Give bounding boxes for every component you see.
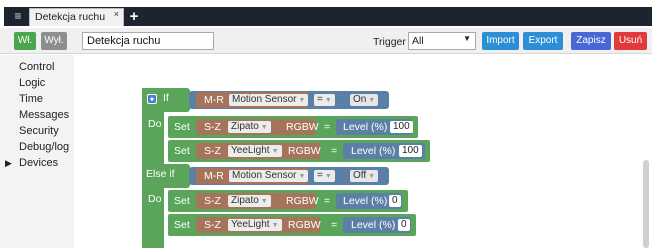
chevron-down-icon: ▼ — [324, 173, 332, 180]
device-name-3: Zipato — [231, 195, 259, 206]
device-prefix-1: S-Z — [204, 121, 221, 133]
device-dropdown-1[interactable]: Zipato ▼ — [228, 121, 271, 133]
sensor-dropdown-1[interactable]: Motion Sensor ▼ — [229, 94, 309, 106]
else-if-label: Else if — [146, 168, 175, 180]
device-dropdown-2[interactable]: YeeLight ▼ — [228, 145, 282, 157]
category-devices-label: Devices — [19, 157, 59, 169]
level-value-2[interactable]: 100 — [399, 145, 422, 157]
operator-2: = — [317, 170, 323, 181]
add-tab-icon[interactable]: + — [126, 8, 142, 25]
toolbar: Wł. Wył. Trigger All ▼ Import Export Zap… — [0, 28, 652, 54]
eq-label-3: = — [324, 195, 331, 207]
trigger-label: Trigger — [373, 36, 406, 48]
disable-button[interactable]: Wył. — [41, 32, 67, 50]
sensor-prefix-2: M-R — [204, 170, 224, 182]
category-control[interactable]: Control — [19, 61, 54, 73]
category-time[interactable]: Time — [19, 93, 43, 105]
value-dropdown-1[interactable]: On ▼ — [350, 94, 379, 106]
chevron-down-icon: ▼ — [368, 97, 376, 104]
chevron-down-icon: ▼ — [271, 222, 279, 229]
level-param-3: Level (%) — [343, 195, 388, 207]
category-sidebar: Control Logic Time Messages Security Deb… — [0, 55, 74, 248]
do-label: Do — [148, 118, 162, 130]
scene-name-input[interactable] — [82, 32, 214, 50]
operator-dropdown-2[interactable]: = ▼ — [314, 170, 335, 182]
value-dropdown-2[interactable]: Off ▼ — [350, 170, 379, 182]
operator-dropdown-1[interactable]: = ▼ — [314, 94, 335, 106]
value-1: On — [353, 94, 367, 105]
chevron-down-icon: ▼ — [298, 97, 306, 104]
do-label-2: Do — [148, 193, 162, 205]
chevron-down-icon: ▼ — [260, 198, 268, 205]
device-type-2: RGBW — [288, 145, 321, 157]
save-button[interactable]: Zapisz — [571, 32, 611, 50]
level-param-4: Level (%) — [351, 219, 396, 231]
workspace-scrollbar[interactable] — [643, 160, 649, 248]
tab-strip: ≡ Detekcja ruchu × + — [0, 0, 652, 28]
value-2: Off — [353, 170, 367, 181]
chevron-down-icon: ▼ — [463, 34, 471, 43]
set-label-2: Set — [174, 145, 190, 157]
device-type-4: RGBW — [288, 219, 321, 231]
enable-button[interactable]: Wł. — [14, 32, 36, 50]
import-button[interactable]: Import — [482, 32, 519, 50]
category-devices[interactable]: ▶ Devices — [5, 157, 59, 169]
sensor-name-2: Motion Sensor — [232, 170, 297, 181]
trigger-value: All — [412, 35, 424, 47]
device-type-1: RGBW — [286, 121, 319, 133]
device-name-4: YeeLight — [231, 219, 270, 230]
close-tab-icon[interactable]: × — [114, 9, 119, 19]
set-label-4: Set — [174, 219, 190, 231]
if-label: If — [163, 92, 169, 104]
level-param-2: Level (%) — [351, 145, 396, 157]
operator-1: = — [317, 94, 323, 105]
export-button[interactable]: Export — [523, 32, 563, 50]
eq-label-2: = — [331, 145, 338, 157]
category-logic[interactable]: Logic — [19, 77, 45, 89]
device-prefix-4: S-Z — [204, 219, 221, 231]
gear-icon[interactable]: ✦ — [147, 94, 157, 104]
eq-label-4: = — [331, 219, 338, 231]
chevron-down-icon: ▼ — [324, 97, 332, 104]
sensor-prefix-1: M-R — [204, 94, 224, 106]
expand-arrow-icon: ▶ — [5, 158, 12, 168]
level-value-1[interactable]: 100 — [390, 121, 413, 133]
sensor-name-1: Motion Sensor — [232, 94, 297, 105]
chevron-down-icon: ▼ — [298, 173, 306, 180]
tab-bar: ≡ Detekcja ruchu × + — [4, 7, 652, 26]
category-debug-log[interactable]: Debug/log — [19, 141, 69, 153]
trigger-select[interactable]: All ▼ — [408, 32, 476, 50]
device-type-3: RGBW — [286, 195, 319, 207]
delete-button[interactable]: Usuń — [614, 32, 647, 50]
device-dropdown-4[interactable]: YeeLight ▼ — [228, 219, 282, 231]
tab-detekcja-ruchu[interactable]: Detekcja ruchu × — [29, 8, 124, 26]
level-param-1: Level (%) — [343, 121, 388, 133]
tab-label: Detekcja ruchu — [35, 11, 106, 23]
device-name-1: Zipato — [231, 121, 259, 132]
set-label-3: Set — [174, 195, 190, 207]
hamburger-menu-icon[interactable]: ≡ — [10, 8, 26, 25]
level-value-4[interactable]: 0 — [398, 219, 410, 231]
set-label-1: Set — [174, 121, 190, 133]
device-dropdown-3[interactable]: Zipato ▼ — [228, 195, 271, 207]
level-value-3[interactable]: 0 — [389, 195, 401, 207]
chevron-down-icon: ▼ — [368, 173, 376, 180]
category-security[interactable]: Security — [19, 125, 59, 137]
device-prefix-2: S-Z — [204, 145, 221, 157]
sensor-dropdown-2[interactable]: Motion Sensor ▼ — [229, 170, 309, 182]
chevron-down-icon: ▼ — [260, 124, 268, 131]
category-messages[interactable]: Messages — [19, 109, 69, 121]
device-name-2: YeeLight — [231, 145, 270, 156]
eq-label-1: = — [324, 121, 331, 133]
chevron-down-icon: ▼ — [271, 148, 279, 155]
device-prefix-3: S-Z — [204, 195, 221, 207]
